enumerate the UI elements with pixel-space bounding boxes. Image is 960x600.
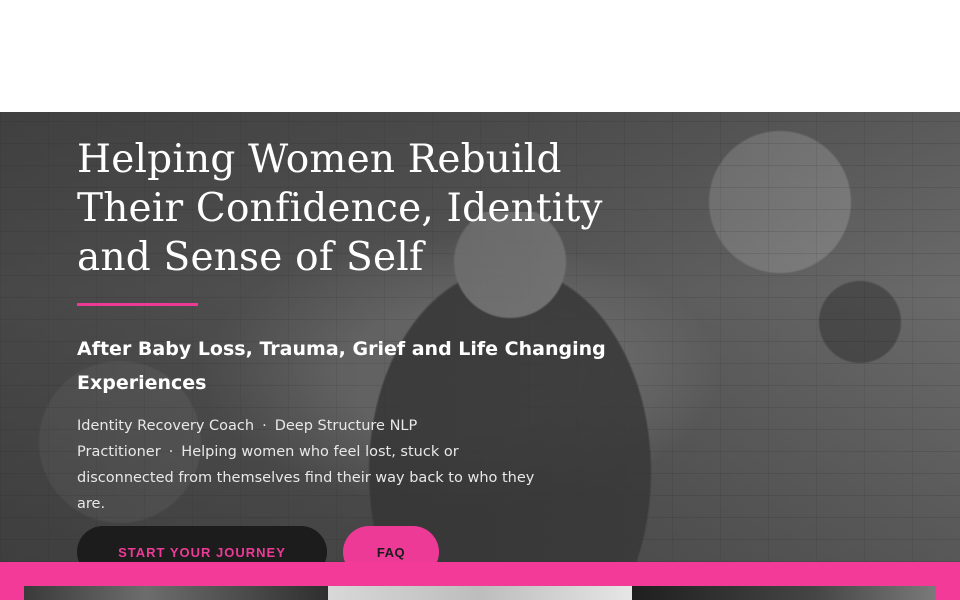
credential-separator: · <box>262 418 267 434</box>
gallery-strip <box>24 586 936 600</box>
site-header <box>0 0 960 112</box>
hero-headline: Helping Women Rebuild Their Confidence, … <box>77 137 603 280</box>
credential-separator: · <box>168 444 174 460</box>
headline-accent-divider <box>77 303 198 306</box>
gallery-image-1[interactable] <box>24 586 328 600</box>
credential-identity-coach: Identity Recovery Coach <box>77 418 255 434</box>
gallery-image-2[interactable] <box>328 586 632 600</box>
hero-description-block: Identity Recovery Coach · Deep Structure N… <box>77 413 537 517</box>
hero-content: Helping Women Rebuild Their Confidence, … <box>77 135 657 517</box>
hero-subheadline: After Baby Loss, Trauma, Grief and Life … <box>77 338 606 394</box>
gallery-image-3[interactable] <box>632 586 936 600</box>
